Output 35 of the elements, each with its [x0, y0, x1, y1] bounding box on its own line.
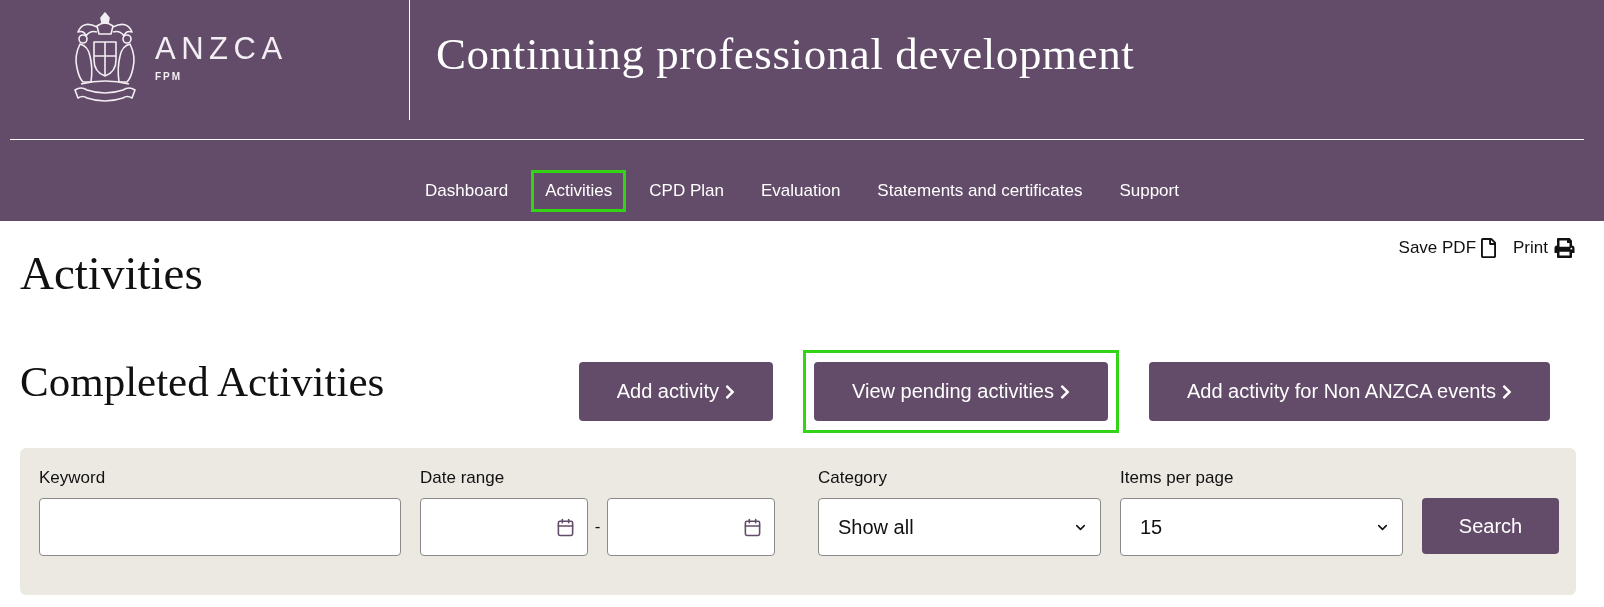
chevron-right-icon	[725, 383, 735, 400]
nav-link[interactable]: Statements and certificates	[877, 181, 1083, 201]
print-icon	[1553, 238, 1576, 258]
search-button[interactable]: Search	[1422, 498, 1559, 554]
nav-link[interactable]: CPD Plan	[649, 181, 724, 201]
print-link[interactable]: Print	[1513, 238, 1576, 258]
coat-of-arms-icon	[73, 12, 137, 102]
field-label: Date range	[420, 468, 506, 488]
range-separator: -	[593, 517, 602, 537]
action-button[interactable]: Add activity	[578, 362, 773, 421]
field-label: Keyword	[39, 468, 107, 488]
page-title: Activities	[20, 250, 203, 296]
field-label: Category	[818, 468, 888, 488]
chevron-right-icon	[1059, 383, 1070, 400]
logo-wordmark: ANZCA	[155, 33, 288, 64]
date-field[interactable]	[420, 498, 588, 556]
chevron-right-icon	[1502, 383, 1512, 400]
file-icon	[1481, 238, 1497, 258]
calendar-icon	[743, 517, 762, 537]
site-title: Continuing professional development	[435, 28, 1135, 77]
logo-subtitle: FPM	[155, 72, 183, 82]
nav-link[interactable]: Support	[1119, 181, 1179, 201]
action-button[interactable]: Add activity for Non ANZCA events	[1148, 362, 1550, 421]
field-label: Items per page	[1120, 468, 1235, 488]
nav-link[interactable]: Activities	[545, 181, 613, 201]
dropdown-select[interactable]: Show all	[818, 498, 1101, 556]
action-button[interactable]: View pending activities	[814, 362, 1108, 421]
section-title: Completed Activities	[20, 361, 385, 403]
nav-link[interactable]: Evaluation	[760, 181, 841, 201]
input-field[interactable]	[39, 498, 401, 556]
date-field[interactable]	[607, 498, 775, 556]
save-pdf-link[interactable]: Save PDF	[1398, 238, 1497, 258]
calendar-icon	[556, 517, 575, 537]
dropdown-select[interactable]: 15	[1120, 498, 1403, 556]
nav-link[interactable]: Dashboard	[425, 181, 509, 201]
